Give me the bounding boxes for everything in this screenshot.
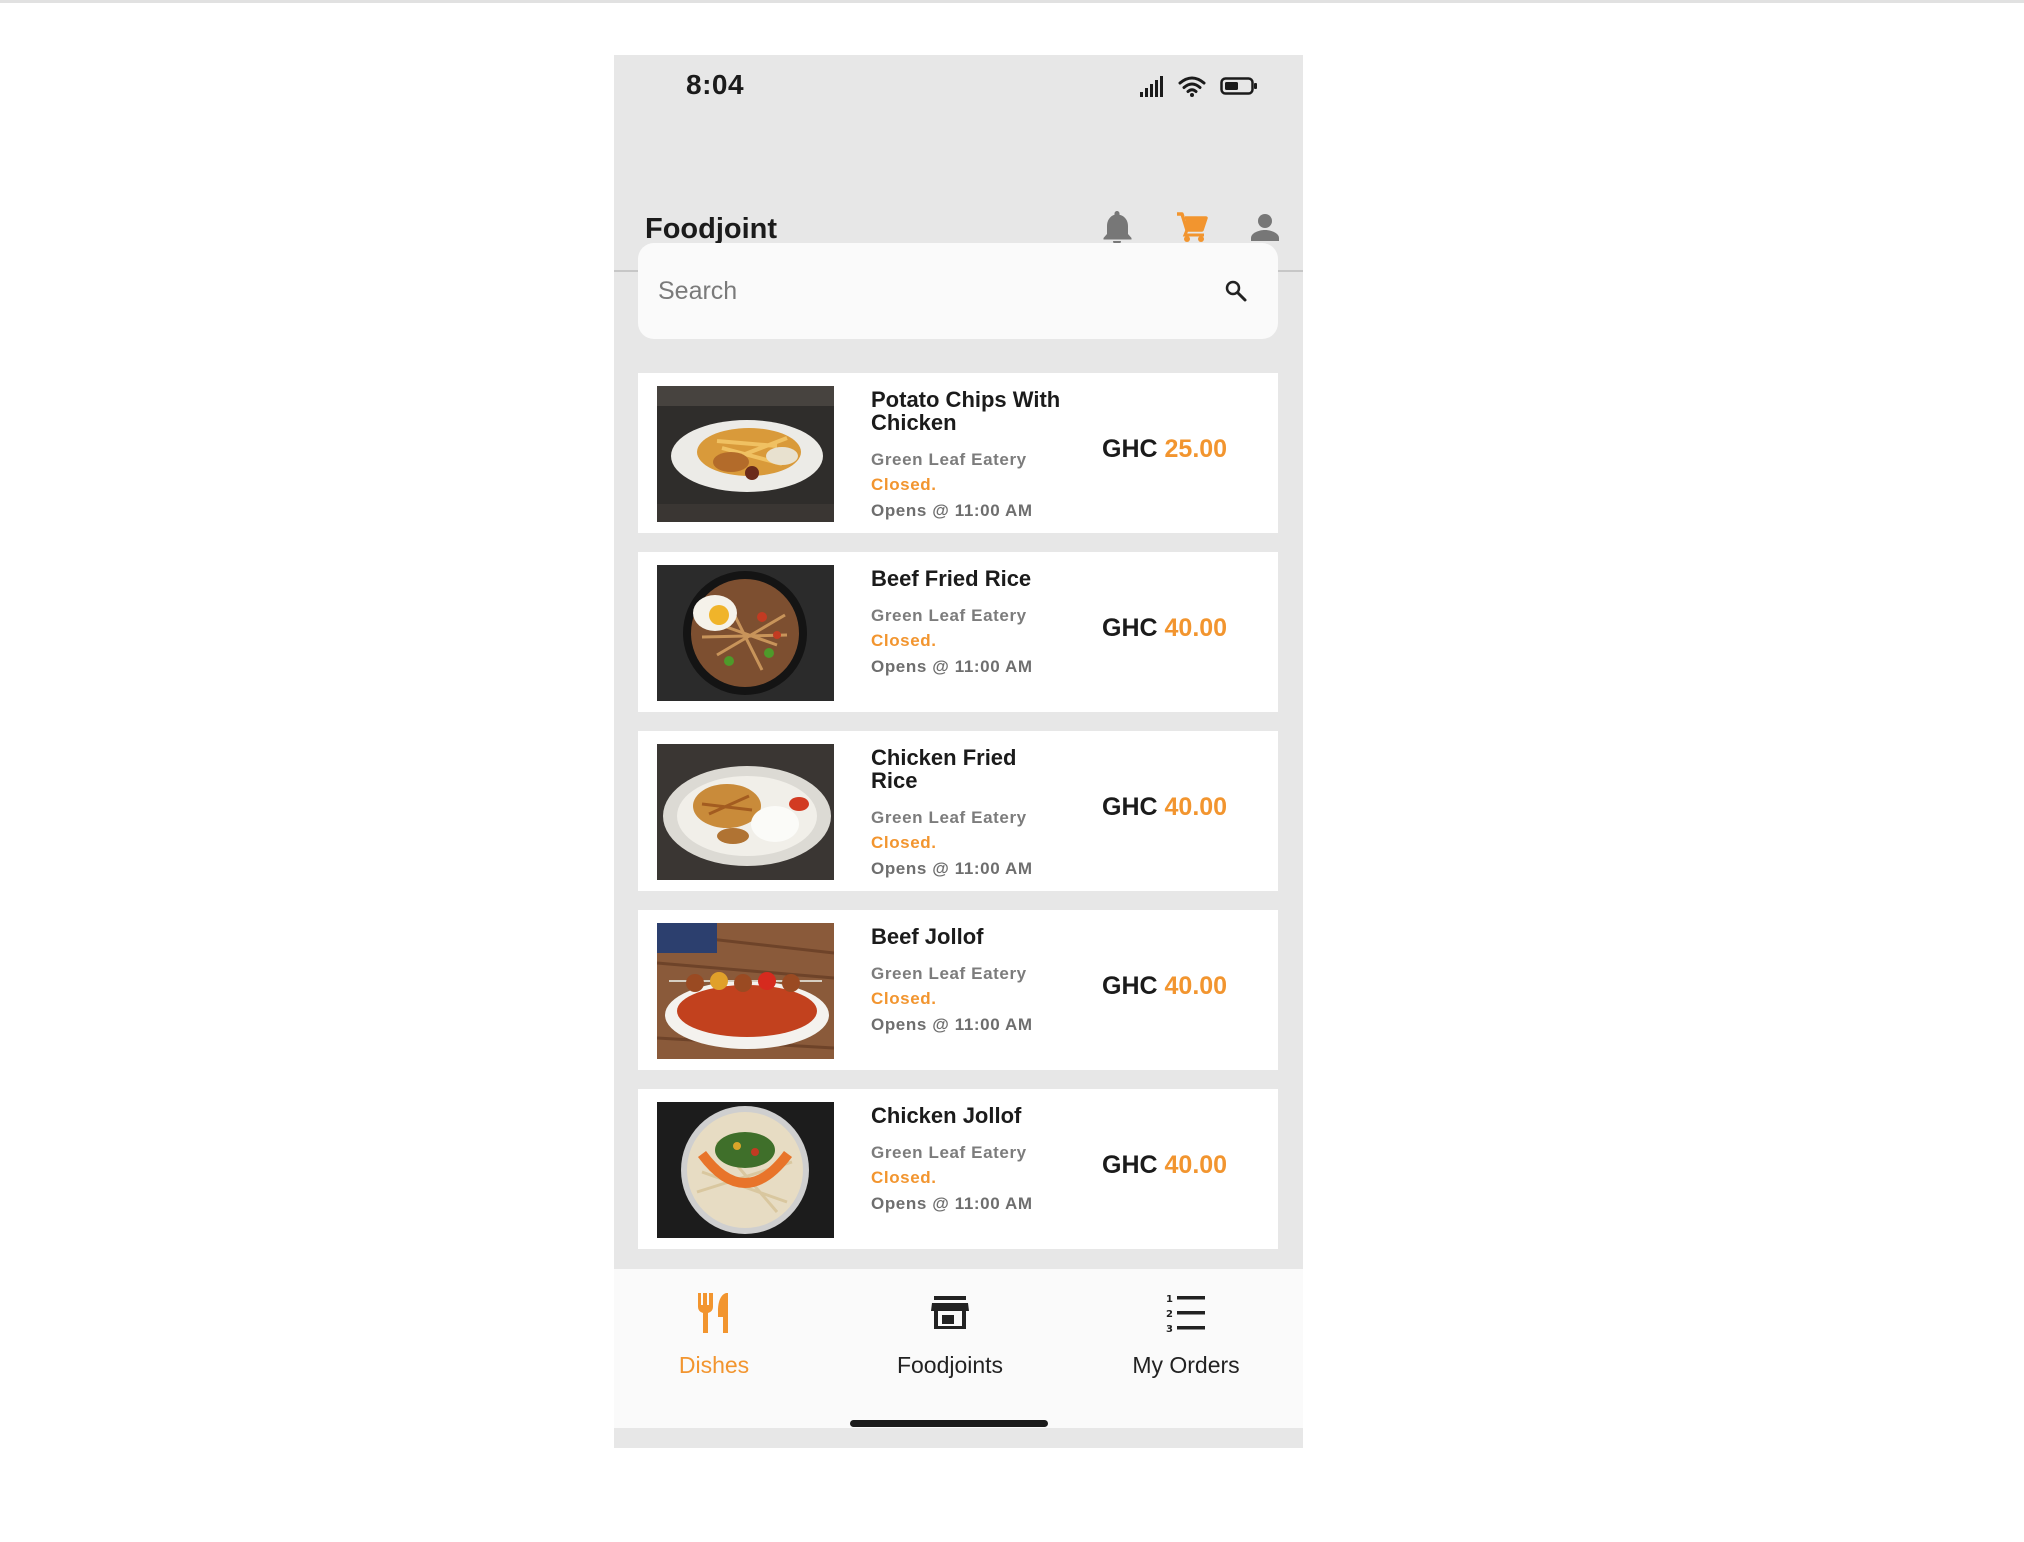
nav-label: My Orders — [1132, 1352, 1240, 1378]
dish-status: Closed. — [871, 1168, 937, 1187]
price-currency: GHC — [1102, 614, 1158, 642]
dish-image — [657, 1102, 834, 1238]
dish-status: Closed. — [871, 833, 937, 852]
dish-eatery: Green Leaf Eatery — [871, 1143, 1027, 1162]
search-input[interactable] — [658, 269, 1198, 313]
storefront-icon — [931, 1296, 969, 1329]
dish-price: GHC 40.00 — [1102, 1151, 1227, 1180]
dish-eatery: Green Leaf Eatery — [871, 606, 1027, 625]
nav-label: Foodjoints — [896, 1352, 1004, 1378]
nav-item-my-orders[interactable]: 1 2 3 My Orders — [1086, 1291, 1286, 1391]
dish-card[interactable]: Beef Fried Rice Green Leaf Eatery Closed… — [638, 552, 1278, 712]
dish-card[interactable]: Beef Jollof Green Leaf Eatery Closed. Op… — [638, 910, 1278, 1070]
bell-icon[interactable] — [1097, 207, 1137, 247]
price-amount: 40.00 — [1164, 1151, 1228, 1179]
app-title: Foodjoint — [645, 213, 778, 245]
fork-knife-icon — [697, 1293, 728, 1333]
dish-card[interactable]: Chicken Jollof Green Leaf Eatery Closed.… — [638, 1089, 1278, 1249]
nav-item-dishes[interactable]: Dishes — [614, 1291, 814, 1391]
dish-list: Potato Chips With Chicken Green Leaf Eat… — [638, 373, 1278, 1268]
price-amount: 40.00 — [1164, 972, 1228, 1000]
dish-opening-time: Opens @ 11:00 AM — [871, 1194, 1033, 1213]
dish-price: GHC 40.00 — [1102, 793, 1227, 822]
dish-card[interactable]: Chicken Fried Rice Green Leaf Eatery Clo… — [638, 731, 1278, 891]
price-amount: 25.00 — [1164, 435, 1228, 463]
dish-name: Beef Jollof — [871, 924, 984, 949]
svg-text:2: 2 — [1166, 1309, 1173, 1320]
dish-name: Beef Fried Rice — [871, 566, 1032, 591]
price-amount: 40.00 — [1164, 614, 1228, 642]
dish-price: GHC 25.00 — [1102, 435, 1227, 464]
cart-icon[interactable] — [1172, 207, 1212, 247]
wifi-icon — [1178, 76, 1206, 97]
dish-status: Closed. — [871, 631, 937, 650]
price-currency: GHC — [1102, 435, 1158, 463]
dish-card[interactable]: Potato Chips With Chicken Green Leaf Eat… — [638, 373, 1278, 533]
search-bar[interactable] — [638, 243, 1278, 339]
dish-name: Potato Chips With Chicken — [871, 387, 1061, 435]
dish-price: GHC 40.00 — [1102, 972, 1227, 1001]
dish-status: Closed. — [871, 989, 937, 1008]
dish-price: GHC 40.00 — [1102, 614, 1227, 643]
battery-icon — [1220, 77, 1257, 95]
dish-opening-time: Opens @ 11:00 AM — [871, 859, 1033, 878]
home-indicator[interactable] — [850, 1420, 1048, 1427]
bottom-navigation: Dishes Foodjoints 1 2 3 My Orders — [614, 1269, 1303, 1428]
price-currency: GHC — [1102, 793, 1158, 821]
dish-name: Chicken Jollof — [871, 1103, 1022, 1128]
phone-screen: 8:04 Foodjoint Search Potato Chips With … — [614, 55, 1303, 1448]
signal-icon — [1140, 76, 1163, 97]
dish-image — [657, 923, 834, 1059]
nav-label: Dishes — [678, 1352, 750, 1378]
dish-eatery: Green Leaf Eatery — [871, 964, 1027, 983]
dish-eatery: Green Leaf Eatery — [871, 808, 1027, 827]
status-bar: 8:04 — [614, 55, 1303, 145]
user-icon[interactable] — [1245, 207, 1285, 247]
numbered-list-icon: 1 2 3 — [1166, 1294, 1205, 1335]
nav-item-foodjoints[interactable]: Foodjoints — [850, 1291, 1050, 1391]
dish-image — [657, 565, 834, 701]
dish-status: Closed. — [871, 475, 937, 494]
window-top-rule — [0, 0, 2024, 3]
price-amount: 40.00 — [1164, 793, 1228, 821]
search-icon[interactable] — [1224, 279, 1248, 303]
dish-name: Chicken Fried Rice — [871, 745, 1017, 793]
price-currency: GHC — [1102, 1151, 1158, 1179]
dish-opening-time: Opens @ 11:00 AM — [871, 501, 1033, 520]
svg-text:3: 3 — [1166, 1324, 1173, 1335]
dish-opening-time: Opens @ 11:00 AM — [871, 1015, 1033, 1034]
status-icons — [1140, 75, 1270, 105]
dish-image — [657, 744, 834, 880]
dish-opening-time: Opens @ 11:00 AM — [871, 657, 1033, 676]
svg-text:1: 1 — [1166, 1294, 1173, 1305]
dish-image — [657, 386, 834, 522]
price-currency: GHC — [1102, 972, 1158, 1000]
dish-eatery: Green Leaf Eatery — [871, 450, 1027, 469]
status-time: 8:04 — [686, 69, 745, 100]
